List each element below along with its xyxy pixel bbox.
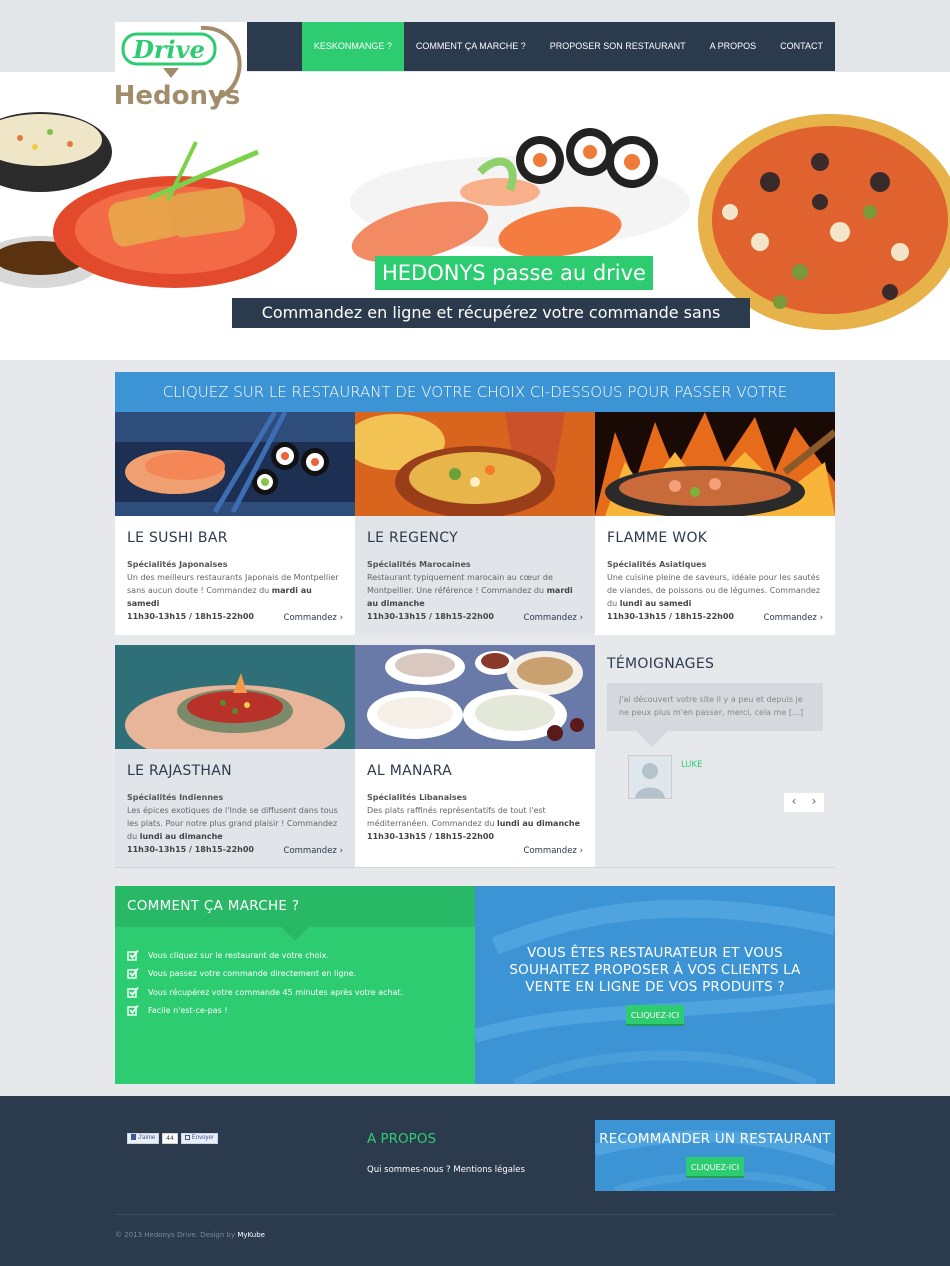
restaurant-description: Les épices exotiques de l'Inde se diffus…	[127, 806, 338, 854]
restaurant-name: LE REGENCY	[367, 530, 458, 546]
how-step: Vous récupérez votre commande 45 minutes…	[127, 986, 403, 998]
order-link[interactable]: Commandez ›	[764, 613, 823, 623]
facebook-widget: J'aime 44 Envoyer	[127, 1133, 218, 1144]
restaurant-image-sushi	[115, 412, 355, 516]
restaurant-name: LE RAJASTHAN	[127, 763, 232, 779]
nav-item-proposer-restaurant[interactable]: PROPOSER SON RESTAURANT	[538, 22, 698, 71]
restaurant-description: Restaurant typiquement marocain au cœur …	[367, 573, 573, 621]
facebook-like-count: 44	[162, 1133, 178, 1144]
nav-item-comment-ca-marche[interactable]: COMMENT ÇA MARCHE ?	[404, 22, 538, 71]
hero-subtitle: Commandez en ligne et récupérez votre co…	[232, 298, 750, 352]
main-nav: KESKONMANGE ? COMMENT ÇA MARCHE ? PROPOS…	[247, 22, 835, 71]
testimonials-title: TÉMOIGNAGES	[607, 656, 715, 672]
hero-title: HEDONYS passe au drive !	[375, 256, 653, 319]
restaurant-name: FLAMME WOK	[607, 530, 708, 546]
restaurant-specialty: Spécialités Indiennes	[127, 793, 224, 802]
facebook-like-button[interactable]: J'aime	[127, 1133, 160, 1144]
restaurant-specialty: Spécialités Asiatiques	[607, 560, 707, 569]
restaurant-card-flamme-wok[interactable]: FLAMME WOK Spécialités Asiatiques Une cu…	[595, 412, 835, 635]
testimonial-nav: ‹ ›	[784, 793, 824, 812]
quote-pointer	[636, 731, 668, 747]
restaurant-image-wok	[595, 412, 835, 516]
recommend-title: RECOMMANDER UN RESTAURANT	[599, 1131, 831, 1147]
order-link[interactable]: Commandez ›	[524, 613, 583, 623]
section-divider	[115, 867, 835, 868]
testimonial-author: LUKE	[681, 760, 703, 770]
chevron-right-icon[interactable]: ›	[804, 793, 824, 812]
logo-hedonys-text: Hedonys	[115, 81, 240, 111]
restaurant-card-regency[interactable]: LE REGENCY Spécialités Marocaines Restau…	[355, 412, 595, 635]
restaurant-name: LE SUSHI BAR	[127, 530, 228, 546]
order-link[interactable]: Commandez ›	[284, 846, 343, 856]
user-silhouette-icon	[629, 756, 671, 798]
nav-item-a-propos[interactable]: A PROPOS	[698, 22, 769, 71]
footer-about-links[interactable]: Qui sommes-nous ? Mentions légales	[367, 1165, 525, 1175]
avatar	[628, 755, 672, 799]
checkbox-checked-icon	[127, 967, 139, 979]
footer-about-title: A PROPOS	[367, 1131, 437, 1147]
copyright: © 2013 Hedonys Drive. Design by MyKube	[115, 1231, 265, 1239]
how-step: Facile n'est-ce-pas !	[127, 1004, 228, 1016]
restaurant-image-spices	[115, 645, 355, 749]
restaurant-card-al-manara[interactable]: AL MANARA Spécialités Libanaises Des pla…	[355, 645, 595, 868]
checkbox-checked-icon	[127, 949, 139, 961]
footer-divider	[115, 1214, 835, 1215]
restaurant-image-mezze	[355, 645, 595, 749]
checkbox-checked-icon	[127, 986, 139, 998]
facebook-send-button[interactable]: Envoyer	[180, 1133, 218, 1144]
how-step: Vous cliquez sur le restaurant de votre …	[127, 949, 329, 961]
order-link[interactable]: Commandez ›	[524, 846, 583, 856]
designer-link[interactable]: MyKube	[237, 1231, 265, 1239]
how-step-text: Facile n'est-ce-pas !	[148, 1005, 228, 1015]
how-step-text: Vous passez votre commande directement e…	[148, 968, 357, 978]
nav-item-contact[interactable]: CONTACT	[768, 22, 835, 71]
nav-item-keskonmange[interactable]: KESKONMANGE ?	[301, 22, 404, 71]
restaurant-description: Un des meilleurs restaurants Japonais de…	[127, 573, 339, 621]
recommend-cta-button[interactable]: CLIQUEZ-ICI	[686, 1157, 744, 1178]
how-it-works-title: COMMENT ÇA MARCHE ?	[115, 886, 475, 927]
title-pointer	[281, 927, 309, 941]
chevron-left-icon[interactable]: ‹	[784, 793, 804, 812]
restaurateur-pitch: VOUS ÊTES RESTAURATEUR ET VOUS SOUHAITEZ…	[509, 945, 801, 995]
restaurant-description: Des plats raffinés représentatifs de tou…	[367, 806, 580, 841]
restaurant-name: AL MANARA	[367, 763, 452, 779]
restaurant-specialty: Spécialités Libanaises	[367, 793, 467, 802]
restaurant-image-tajine	[355, 412, 595, 516]
how-step-text: Vous cliquez sur le restaurant de votre …	[148, 950, 329, 960]
facebook-icon	[131, 1134, 136, 1140]
how-step: Vous passez votre commande directement e…	[127, 967, 356, 979]
site-logo[interactable]: Drive Hedonys	[114, 22, 247, 114]
restaurant-card-rajasthan[interactable]: LE RAJASTHAN Spécialités Indiennes Les é…	[115, 645, 355, 868]
order-link[interactable]: Commandez ›	[284, 613, 343, 623]
restaurant-specialty: Spécialités Japonaises	[127, 560, 228, 569]
restaurant-card-sushi-bar[interactable]: LE SUSHI BAR Spécialités Japonaises Un d…	[115, 412, 355, 635]
restaurant-description: Une cuisine pleine de saveurs, idéale po…	[607, 573, 821, 621]
restaurateur-cta-button[interactable]: CLIQUEZ-ICI	[626, 1005, 684, 1026]
restaurant-choice-banner: CLIQUEZ SUR LE RESTAURANT DE VOTRE CHOIX…	[115, 372, 835, 441]
checkbox-checked-icon	[127, 1004, 139, 1016]
testimonial-quote: J'ai découvert votre site il y a peu et …	[607, 683, 823, 731]
send-icon	[184, 1135, 190, 1140]
how-step-text: Vous récupérez votre commande 45 minutes…	[148, 987, 404, 997]
restaurant-specialty: Spécialités Marocaines	[367, 560, 471, 569]
logo-drive-text: Drive	[132, 35, 205, 64]
